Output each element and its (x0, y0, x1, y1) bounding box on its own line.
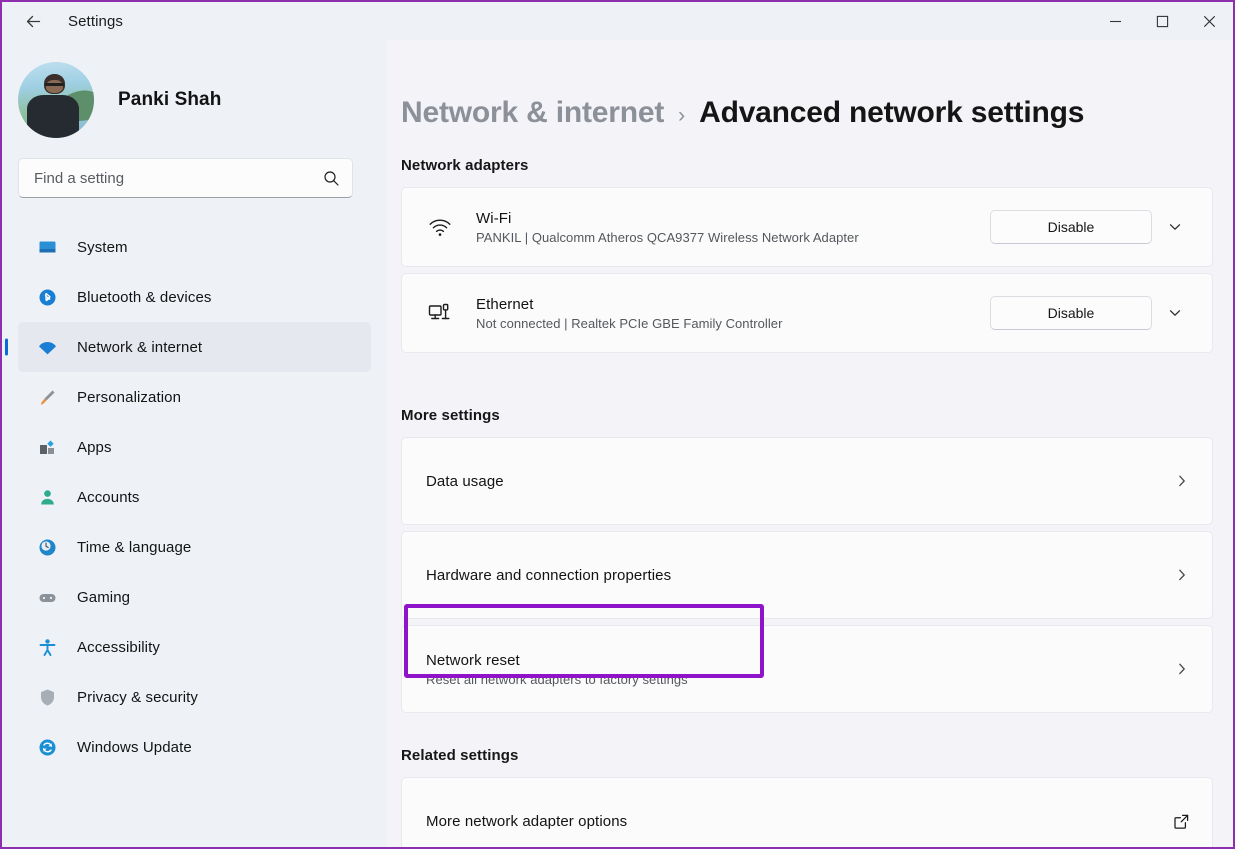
sidebar-item-system[interactable]: System (18, 222, 371, 272)
sidebar-item-apps[interactable]: Apps (18, 422, 371, 472)
title-bar-left: Settings (2, 6, 123, 36)
ethernet-icon (420, 300, 460, 326)
sidebar-item-personalization[interactable]: Personalization (18, 372, 371, 422)
adapter-name: Ethernet (476, 296, 990, 313)
setting-text: Hardware and connection properties (426, 567, 1174, 584)
sidebar-item-label: Gaming (77, 589, 130, 606)
page-title: Advanced network settings (699, 96, 1084, 130)
setting-subtitle: Reset all network adapters to factory se… (426, 672, 1174, 687)
sidebar-item-label: Bluetooth & devices (77, 289, 211, 306)
minimize-button[interactable] (1092, 2, 1139, 40)
sidebar-item-label: Time & language (77, 539, 191, 556)
update-refresh-icon (37, 737, 57, 757)
sidebar-item-privacy-security[interactable]: Privacy & security (18, 672, 371, 722)
breadcrumb-separator-icon: › (678, 104, 685, 128)
sidebar-item-time-language[interactable]: Time & language (18, 522, 371, 572)
gamepad-icon (37, 587, 57, 607)
disable-button[interactable]: Disable (990, 210, 1152, 244)
setting-text: More network adapter options (426, 813, 1173, 830)
system-monitor-icon (37, 237, 57, 257)
setting-row-hardware-connection-properties[interactable]: Hardware and connection properties (401, 531, 1213, 619)
chevron-down-icon[interactable] (1152, 219, 1198, 235)
wifi-icon (420, 214, 460, 240)
avatar (18, 62, 94, 138)
chevron-right-icon (1174, 567, 1190, 583)
more-settings-heading: More settings (401, 407, 1213, 424)
window-controls (1092, 2, 1233, 40)
sidebar-item-label: Accounts (77, 489, 140, 506)
sidebar-item-gaming[interactable]: Gaming (18, 572, 371, 622)
setting-text: Data usage (426, 473, 1174, 490)
setting-row-network-reset[interactable]: Network reset Reset all network adapters… (401, 625, 1213, 713)
adapter-details: Not connected | Realtek PCIe GBE Family … (476, 316, 990, 331)
back-arrow-icon[interactable] (16, 6, 50, 36)
sidebar-item-windows-update[interactable]: Windows Update (18, 722, 371, 772)
related-settings-heading: Related settings (401, 747, 1213, 764)
chevron-down-icon[interactable] (1152, 305, 1198, 321)
bluetooth-icon (37, 287, 57, 307)
sidebar-item-label: Privacy & security (77, 689, 198, 706)
disable-button[interactable]: Disable (990, 296, 1152, 330)
breadcrumb: Network & internet › Advanced network se… (401, 96, 1213, 130)
adapter-details: PANKIL | Qualcomm Atheros QCA9377 Wirele… (476, 230, 990, 245)
sidebar-item-label: Apps (77, 439, 112, 456)
breadcrumb-parent-link[interactable]: Network & internet (401, 96, 664, 130)
setting-title: More network adapter options (426, 813, 1173, 830)
window-title: Settings (68, 13, 123, 30)
sidebar-item-network-internet[interactable]: Network & internet (18, 322, 371, 372)
setting-title: Hardware and connection properties (426, 567, 1174, 584)
sidebar-item-label: Personalization (77, 389, 181, 406)
adapter-name: Wi-Fi (476, 210, 990, 227)
maximize-button[interactable] (1139, 2, 1186, 40)
setting-row-more-network-adapter-options[interactable]: More network adapter options (401, 777, 1213, 847)
search-input[interactable] (34, 170, 323, 187)
profile-section[interactable]: Panki Shah (2, 40, 387, 158)
adapter-row-wifi[interactable]: Wi-Fi PANKIL | Qualcomm Atheros QCA9377 … (401, 187, 1213, 267)
sidebar-nav: System Bluetooth & devices Network & int… (2, 222, 387, 772)
chevron-right-icon (1174, 473, 1190, 489)
setting-title: Data usage (426, 473, 1174, 490)
sidebar-item-label: Network & internet (77, 339, 202, 356)
adapter-text: Ethernet Not connected | Realtek PCIe GB… (460, 296, 990, 331)
setting-title: Network reset (426, 652, 1174, 669)
search-icon (323, 170, 340, 187)
sidebar: Panki Shah System (2, 40, 387, 847)
sidebar-item-bluetooth[interactable]: Bluetooth & devices (18, 272, 371, 322)
adapter-text: Wi-Fi PANKIL | Qualcomm Atheros QCA9377 … (460, 210, 990, 245)
apps-grid-icon (37, 437, 57, 457)
settings-window: Settings (0, 0, 1235, 849)
accessibility-person-icon (37, 637, 57, 657)
adapter-row-ethernet[interactable]: Ethernet Not connected | Realtek PCIe GB… (401, 273, 1213, 353)
setting-text: Network reset Reset all network adapters… (426, 652, 1174, 687)
search-container (18, 158, 371, 198)
search-box[interactable] (18, 158, 353, 198)
main-content: Network & internet › Advanced network se… (387, 40, 1233, 847)
sidebar-item-label: Accessibility (77, 639, 160, 656)
close-button[interactable] (1186, 2, 1233, 40)
external-link-icon (1173, 813, 1190, 830)
sidebar-item-accessibility[interactable]: Accessibility (18, 622, 371, 672)
wifi-icon (37, 337, 57, 357)
person-icon (37, 487, 57, 507)
shield-icon (37, 687, 57, 707)
window-body: Panki Shah System (2, 40, 1233, 847)
sidebar-item-accounts[interactable]: Accounts (18, 472, 371, 522)
network-adapters-heading: Network adapters (401, 157, 1213, 174)
chevron-right-icon (1174, 661, 1190, 677)
sidebar-item-label: System (77, 239, 128, 256)
sidebar-item-label: Windows Update (77, 739, 192, 756)
clock-globe-icon (37, 537, 57, 557)
setting-row-data-usage[interactable]: Data usage (401, 437, 1213, 525)
title-bar: Settings (2, 2, 1233, 40)
paintbrush-icon (37, 387, 57, 407)
profile-name: Panki Shah (118, 89, 221, 111)
